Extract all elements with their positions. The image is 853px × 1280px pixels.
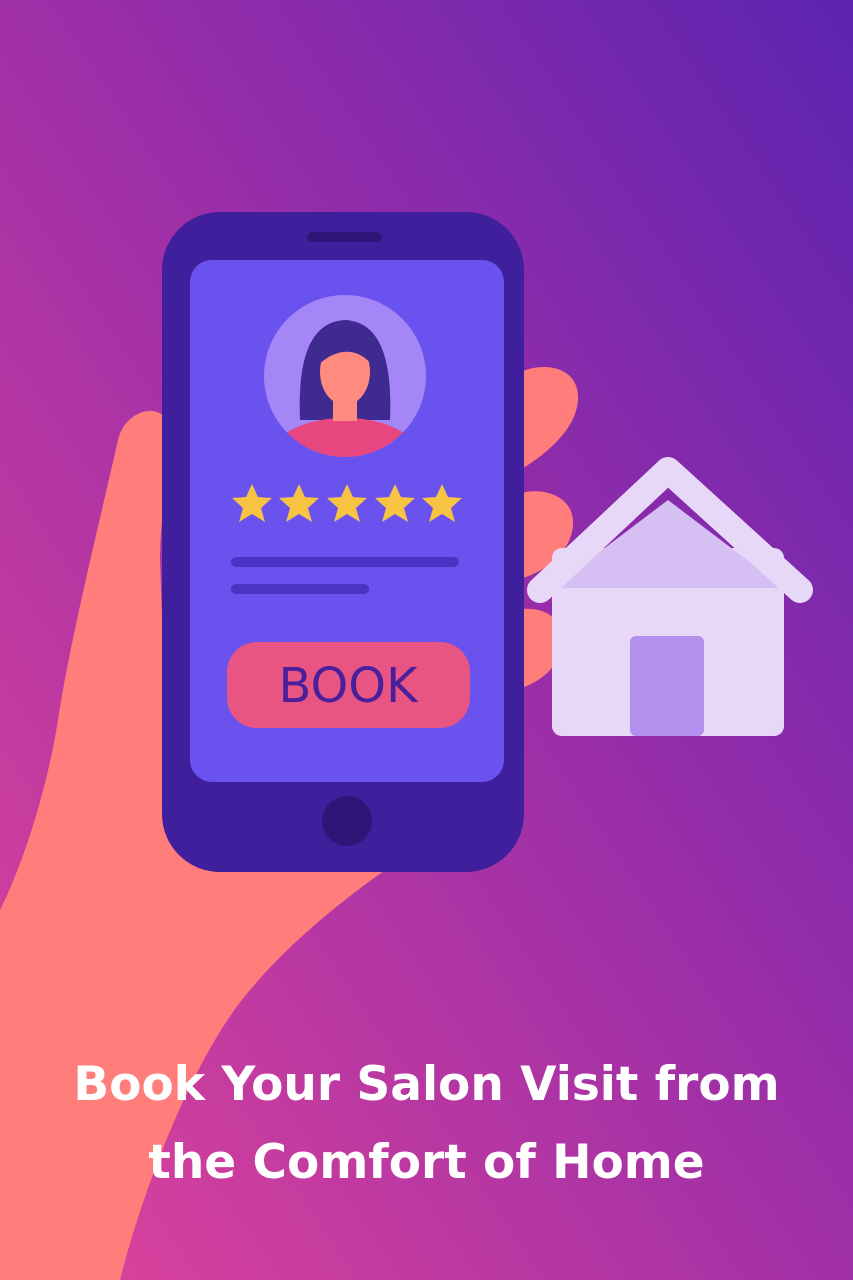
book-button-label: BOOK bbox=[278, 658, 419, 714]
house-door bbox=[630, 636, 704, 736]
text-line-placeholder bbox=[231, 584, 369, 594]
phone-speaker bbox=[307, 232, 382, 242]
smartphone: BOOK bbox=[162, 212, 524, 872]
text-line-placeholder bbox=[231, 557, 459, 567]
book-button[interactable]: BOOK bbox=[227, 642, 470, 728]
headline-line-2: the Comfort of Home bbox=[148, 1135, 705, 1190]
home-button[interactable] bbox=[322, 796, 372, 846]
headline-line-1: Book Your Salon Visit from bbox=[73, 1057, 780, 1112]
